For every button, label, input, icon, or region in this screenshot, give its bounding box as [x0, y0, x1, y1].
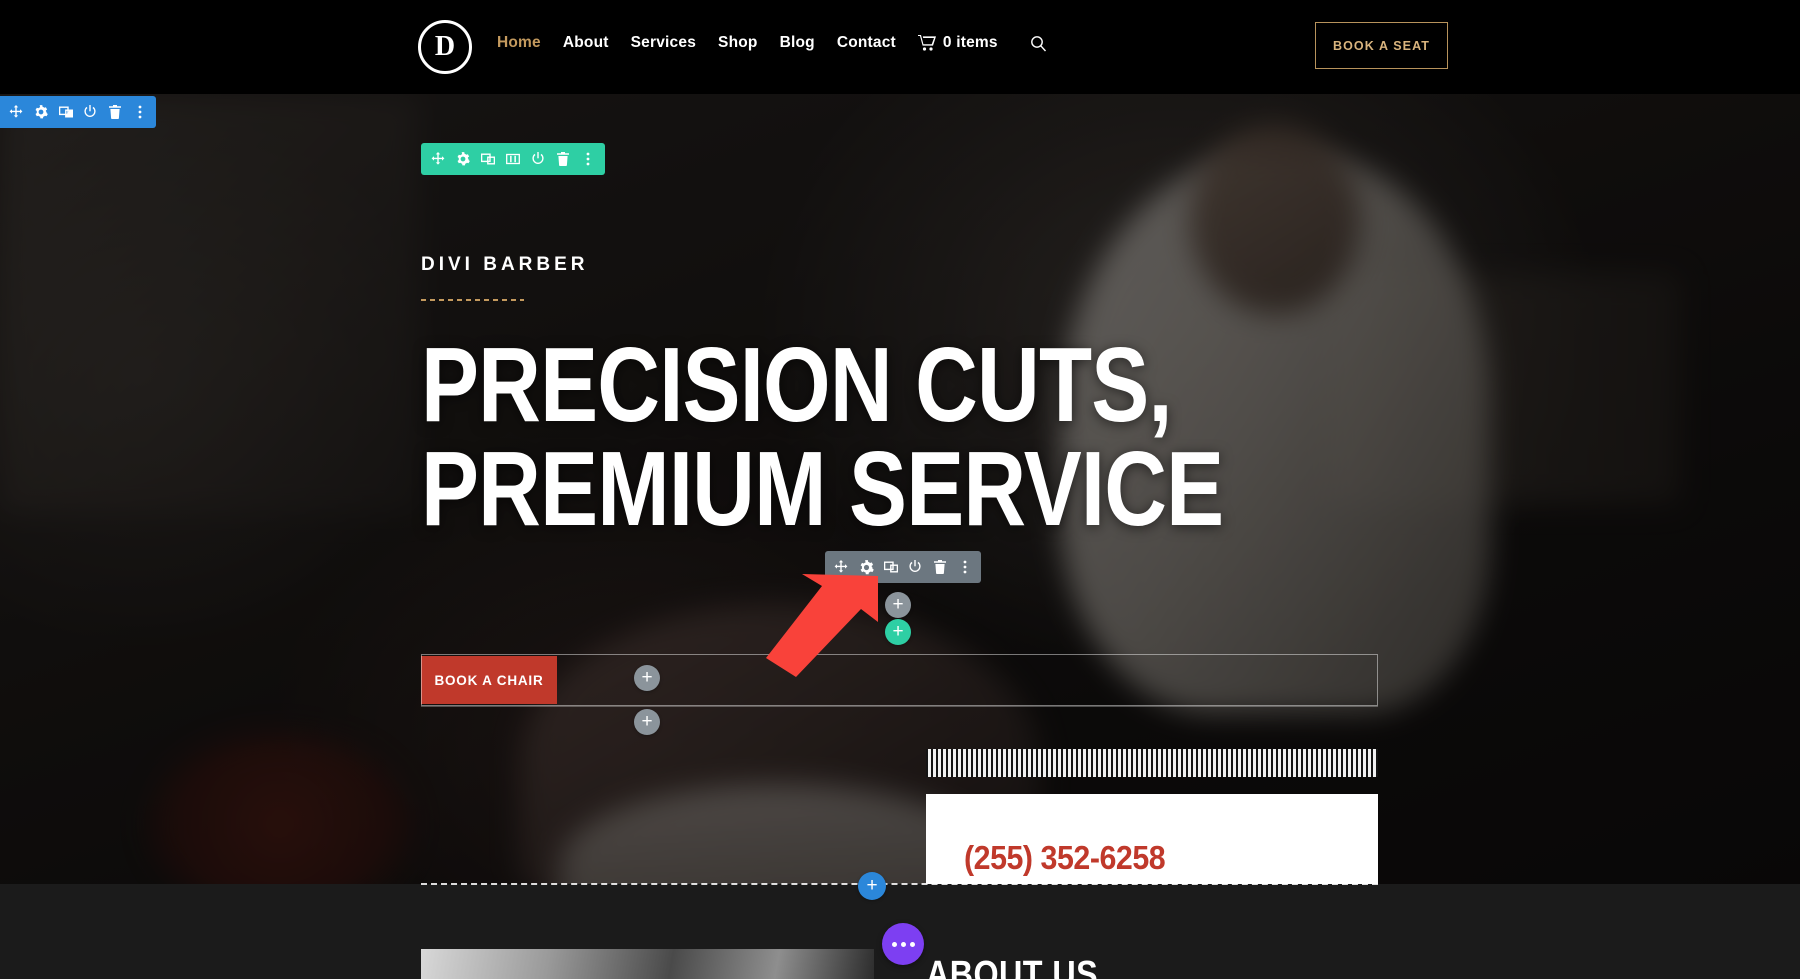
barcode-decoration	[926, 749, 1378, 777]
columns-icon[interactable]	[500, 143, 525, 175]
gear-icon[interactable]	[29, 96, 54, 128]
about-image	[421, 949, 874, 979]
hero-title-line-1: PRECISION CUTS,	[421, 326, 1173, 444]
cart-count-label: 0 items	[942, 34, 998, 51]
trash-icon[interactable]	[551, 143, 576, 175]
book-a-chair-button[interactable]: BOOK A CHAIR	[421, 656, 557, 704]
nav-item-home[interactable]: Home	[497, 34, 541, 52]
power-icon[interactable]	[78, 96, 103, 128]
hero-title-line-2: PREMIUM SERVICE	[421, 429, 1224, 548]
cart-link[interactable]: 0 items	[917, 34, 998, 52]
more-options-icon[interactable]	[576, 143, 601, 175]
power-icon[interactable]	[526, 143, 551, 175]
about-title: ABOUT US	[926, 954, 1099, 979]
hero-title: PRECISION CUTS, PREMIUM SERVICE	[421, 326, 1224, 548]
trash-icon[interactable]	[928, 551, 953, 583]
page-settings-fab[interactable]	[882, 923, 924, 965]
module-hover-outline	[421, 654, 1378, 706]
plus-icon: +	[866, 874, 878, 896]
move-icon[interactable]	[829, 551, 854, 583]
add-row-teal[interactable]: +	[885, 619, 911, 645]
section-settings-toolbar[interactable]	[0, 96, 156, 128]
shopping-cart-icon	[917, 35, 936, 51]
search-icon[interactable]	[1030, 35, 1047, 52]
module-settings-toolbar[interactable]	[825, 551, 981, 583]
dot-1	[891, 941, 897, 947]
nav-item-about[interactable]: About	[563, 34, 609, 52]
nav-item-contact[interactable]: Contact	[837, 34, 896, 52]
plus-icon: +	[892, 620, 904, 642]
gear-icon[interactable]	[854, 551, 879, 583]
move-icon[interactable]	[425, 143, 450, 175]
more-options-icon[interactable]	[127, 96, 152, 128]
nav-item-services[interactable]: Services	[631, 34, 696, 52]
duplicate-icon[interactable]	[53, 96, 78, 128]
section-dashed-divider	[421, 883, 1378, 885]
move-icon[interactable]	[4, 96, 29, 128]
more-options-icon[interactable]	[952, 551, 977, 583]
phone-number[interactable]: (255) 352-6258	[964, 839, 1166, 877]
contact-info-card: (255) 352-6258 Monday – Friday: 2am – 10…	[926, 794, 1378, 884]
dot-3	[909, 941, 915, 947]
logo-letter: D	[434, 31, 456, 62]
hero-section: DIVI BARBER PRECISION CUTS, PREMIUM SERV…	[0, 94, 1800, 884]
hero-eyebrow: DIVI BARBER	[421, 254, 589, 275]
nav-item-shop[interactable]: Shop	[718, 34, 758, 52]
plus-icon: +	[892, 593, 904, 615]
site-header: D Home About Services Shop Blog Contact …	[0, 0, 1800, 94]
power-icon[interactable]	[903, 551, 928, 583]
add-module-grey-3[interactable]: +	[634, 709, 660, 735]
add-section-blue[interactable]: +	[858, 872, 886, 900]
add-module-grey-1[interactable]: +	[885, 592, 911, 618]
divi-visual-builder-page: D Home About Services Shop Blog Contact …	[0, 0, 1800, 979]
dot-2	[900, 941, 906, 947]
nav-item-blog[interactable]: Blog	[780, 34, 815, 52]
book-a-seat-button[interactable]: BOOK A SEAT	[1315, 22, 1448, 69]
row-settings-toolbar[interactable]	[421, 143, 605, 175]
divi-logo[interactable]: D	[418, 20, 472, 74]
gear-icon[interactable]	[450, 143, 475, 175]
plus-icon: +	[641, 666, 653, 688]
plus-icon: +	[641, 710, 653, 732]
hero-eyebrow-divider	[421, 299, 524, 301]
add-module-grey-2[interactable]: +	[634, 665, 660, 691]
duplicate-icon[interactable]	[475, 143, 500, 175]
row-bottom-rule	[421, 706, 1378, 707]
duplicate-icon[interactable]	[878, 551, 903, 583]
trash-icon[interactable]	[103, 96, 128, 128]
primary-nav: Home About Services Shop Blog Contact 0 …	[497, 34, 1047, 52]
